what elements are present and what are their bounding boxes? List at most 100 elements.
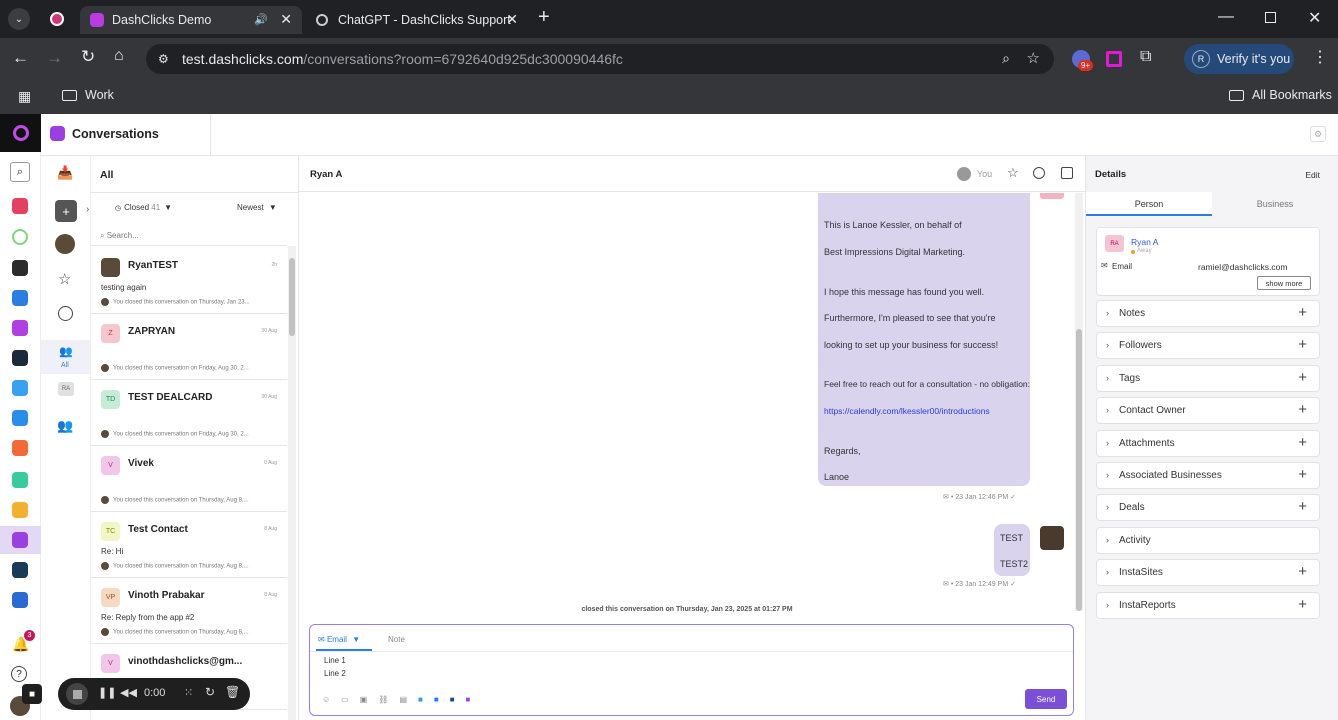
details-section-instareports[interactable]: › InstaReports + bbox=[1096, 591, 1320, 619]
assignee-avatar[interactable] bbox=[957, 167, 971, 181]
add-icon[interactable]: + bbox=[1298, 596, 1307, 613]
check-app-icon[interactable] bbox=[12, 229, 28, 245]
details-section-associated-businesses[interactable]: › Associated Businesses + bbox=[1096, 462, 1320, 489]
contact-circle-icon[interactable] bbox=[58, 306, 73, 321]
minimize-icon[interactable]: — bbox=[1218, 8, 1234, 26]
calendly-link[interactable]: https://calendly.com/lkessler00/introduc… bbox=[824, 406, 990, 416]
dashclicks-extension-icon[interactable] bbox=[1106, 51, 1122, 67]
details-edit-button[interactable]: Edit bbox=[1305, 170, 1320, 180]
dashclicks-logo[interactable] bbox=[0, 114, 41, 152]
insta-icon-4[interactable]: ■ bbox=[466, 695, 471, 704]
address-bar[interactable]: ⚙ test.dashclicks.com/conversations?room… bbox=[146, 44, 1054, 74]
details-section-notes[interactable]: › Notes + bbox=[1096, 300, 1320, 327]
all-bookmarks[interactable]: All Bookmarks bbox=[1229, 88, 1332, 102]
add-icon[interactable]: + bbox=[1298, 466, 1307, 483]
inbox-icon[interactable]: 📥 bbox=[41, 156, 90, 190]
reports-app-icon[interactable] bbox=[12, 410, 28, 426]
add-icon[interactable]: + bbox=[1298, 401, 1307, 418]
insta-icon-1[interactable]: ■ bbox=[418, 695, 423, 704]
snooze-clock-icon[interactable] bbox=[1033, 167, 1045, 179]
conversation-list-item[interactable]: VP Vinoth Prabakar 8 Aug Re: Reply from the… bbox=[91, 578, 287, 644]
tab-chatgpt[interactable]: ChatGPT - DashClicks Support ✕ bbox=[306, 6, 528, 34]
details-tab-business[interactable]: Business bbox=[1212, 192, 1338, 216]
analytics-app-icon[interactable] bbox=[12, 592, 28, 608]
add-icon[interactable]: + bbox=[1298, 336, 1307, 353]
ra-filter[interactable]: RA bbox=[58, 382, 74, 396]
store-app-icon[interactable] bbox=[12, 198, 28, 214]
conversation-list-item[interactable]: TC Test Contact 8 Aug Re: Hi You closed this… bbox=[91, 512, 287, 578]
sort-dropdown[interactable]: Newest ▼ bbox=[237, 203, 277, 212]
site-info-icon[interactable]: ⚙ bbox=[158, 52, 169, 66]
calendar-app-icon[interactable] bbox=[12, 562, 28, 578]
grid-icon[interactable]: ⁙ bbox=[184, 686, 193, 699]
funnel-app-icon[interactable] bbox=[12, 260, 28, 276]
menu-icon[interactable]: ⋮ bbox=[1312, 47, 1328, 67]
composer-tab-note[interactable]: Note bbox=[388, 635, 405, 644]
apps-grid-icon[interactable]: ▦ bbox=[18, 88, 31, 105]
email-value[interactable]: ramiel@dashclicks.com bbox=[1198, 262, 1287, 272]
zoom-icon[interactable]: ⌕ bbox=[1002, 50, 1010, 67]
tab-dashclicks-demo[interactable]: DashClicks Demo 🔊 ✕ bbox=[80, 6, 302, 34]
bookmark-folder-work[interactable]: Work bbox=[62, 88, 114, 102]
maximize-icon[interactable] bbox=[1265, 12, 1276, 23]
pause-icon[interactable]: ❚❚ bbox=[98, 686, 116, 699]
add-icon[interactable]: + bbox=[1298, 434, 1307, 451]
reload-icon[interactable]: ↻ bbox=[81, 47, 95, 67]
star-icon[interactable]: ☆ bbox=[58, 270, 71, 288]
bookmark-star-icon[interactable]: ☆ bbox=[1027, 49, 1040, 67]
conversations-app-icon[interactable] bbox=[12, 532, 28, 548]
rewind-icon[interactable]: ◀◀ bbox=[120, 686, 137, 699]
contact-name[interactable]: Ryan A bbox=[310, 169, 342, 180]
search-icon[interactable]: ⌕ bbox=[10, 162, 30, 182]
document-icon[interactable]: ▤ bbox=[399, 695, 407, 704]
list-scrollbar[interactable] bbox=[288, 246, 296, 720]
sidebar-toggle-icon[interactable] bbox=[1061, 167, 1073, 179]
composer-tab-email[interactable]: ✉ Email ▼ bbox=[318, 635, 360, 644]
status-filter[interactable]: ◷ Closed 41 ▼ bbox=[115, 203, 172, 212]
send-button[interactable]: Send bbox=[1025, 689, 1067, 709]
profile-button[interactable]: R Verify it's you bbox=[1184, 44, 1294, 74]
show-more-button[interactable]: show more bbox=[1257, 276, 1311, 290]
team-icon[interactable]: 👥 bbox=[57, 418, 73, 434]
new-conversation-button[interactable]: + bbox=[55, 200, 77, 222]
home-icon[interactable]: ⌂ bbox=[114, 47, 124, 65]
settings-gear-icon[interactable]: ⚙ bbox=[1310, 126, 1326, 142]
sites-app-icon[interactable] bbox=[12, 380, 28, 396]
composer-textarea[interactable]: Line 1 Line 2 bbox=[324, 656, 1014, 690]
close-tab-icon[interactable]: ✕ bbox=[506, 11, 518, 28]
scrollbar-thumb[interactable] bbox=[289, 258, 295, 336]
conversation-list-item[interactable]: TD TEST DEALCARD 30 Aug You closed this con… bbox=[91, 380, 287, 446]
trash-icon[interactable]: 🗑 bbox=[225, 685, 240, 699]
add-icon[interactable]: + bbox=[1298, 563, 1307, 580]
tab-search-button[interactable]: ⌄ bbox=[8, 8, 30, 30]
reviews-app-icon[interactable] bbox=[12, 502, 28, 518]
details-tab-person[interactable]: Person bbox=[1086, 192, 1212, 216]
attach-link-icon[interactable]: ⛓ bbox=[378, 695, 388, 704]
message-scrollbar[interactable] bbox=[1075, 193, 1083, 611]
conversation-list-item[interactable]: RyanTEST 2h testing again You closed this c… bbox=[91, 248, 287, 314]
sparkle-app-icon[interactable] bbox=[12, 350, 28, 366]
inbound-app-icon[interactable] bbox=[12, 472, 28, 488]
new-tab-button[interactable]: + bbox=[538, 6, 550, 29]
add-icon[interactable]: + bbox=[1298, 304, 1307, 321]
conversation-list-item[interactable]: V Vivek 8 Aug You closed this conversation … bbox=[91, 446, 287, 512]
close-window-icon[interactable]: ✕ bbox=[1308, 8, 1321, 28]
details-section-instasites[interactable]: › InstaSites + bbox=[1096, 559, 1320, 587]
monitor-app-icon[interactable] bbox=[12, 290, 28, 306]
details-section-contact-owner[interactable]: › Contact Owner + bbox=[1096, 397, 1320, 425]
insta-icon-3[interactable]: ■ bbox=[450, 695, 455, 704]
close-tab-icon[interactable]: ✕ bbox=[280, 11, 292, 28]
person-name[interactable]: Ryan A bbox=[1131, 237, 1158, 247]
add-icon[interactable]: + bbox=[1298, 369, 1307, 386]
conversation-list-item[interactable]: Z ZAPRYAN 30 Aug You closed this conversati… bbox=[91, 314, 287, 380]
location-app-icon[interactable] bbox=[12, 320, 28, 336]
restart-icon[interactable]: ↻ bbox=[205, 685, 215, 699]
details-section-activity[interactable]: › Activity bbox=[1096, 526, 1320, 554]
details-section-followers[interactable]: › Followers + bbox=[1096, 332, 1320, 360]
emoji-icon[interactable]: ☺ bbox=[322, 695, 330, 704]
search-input[interactable]: ⌕ Search... bbox=[91, 224, 287, 246]
star-icon[interactable]: ☆ bbox=[1007, 165, 1019, 181]
all-filter[interactable]: 👥 All bbox=[41, 340, 90, 374]
details-section-deals[interactable]: › Deals + bbox=[1096, 494, 1320, 522]
scrollbar-thumb[interactable] bbox=[1076, 329, 1082, 611]
